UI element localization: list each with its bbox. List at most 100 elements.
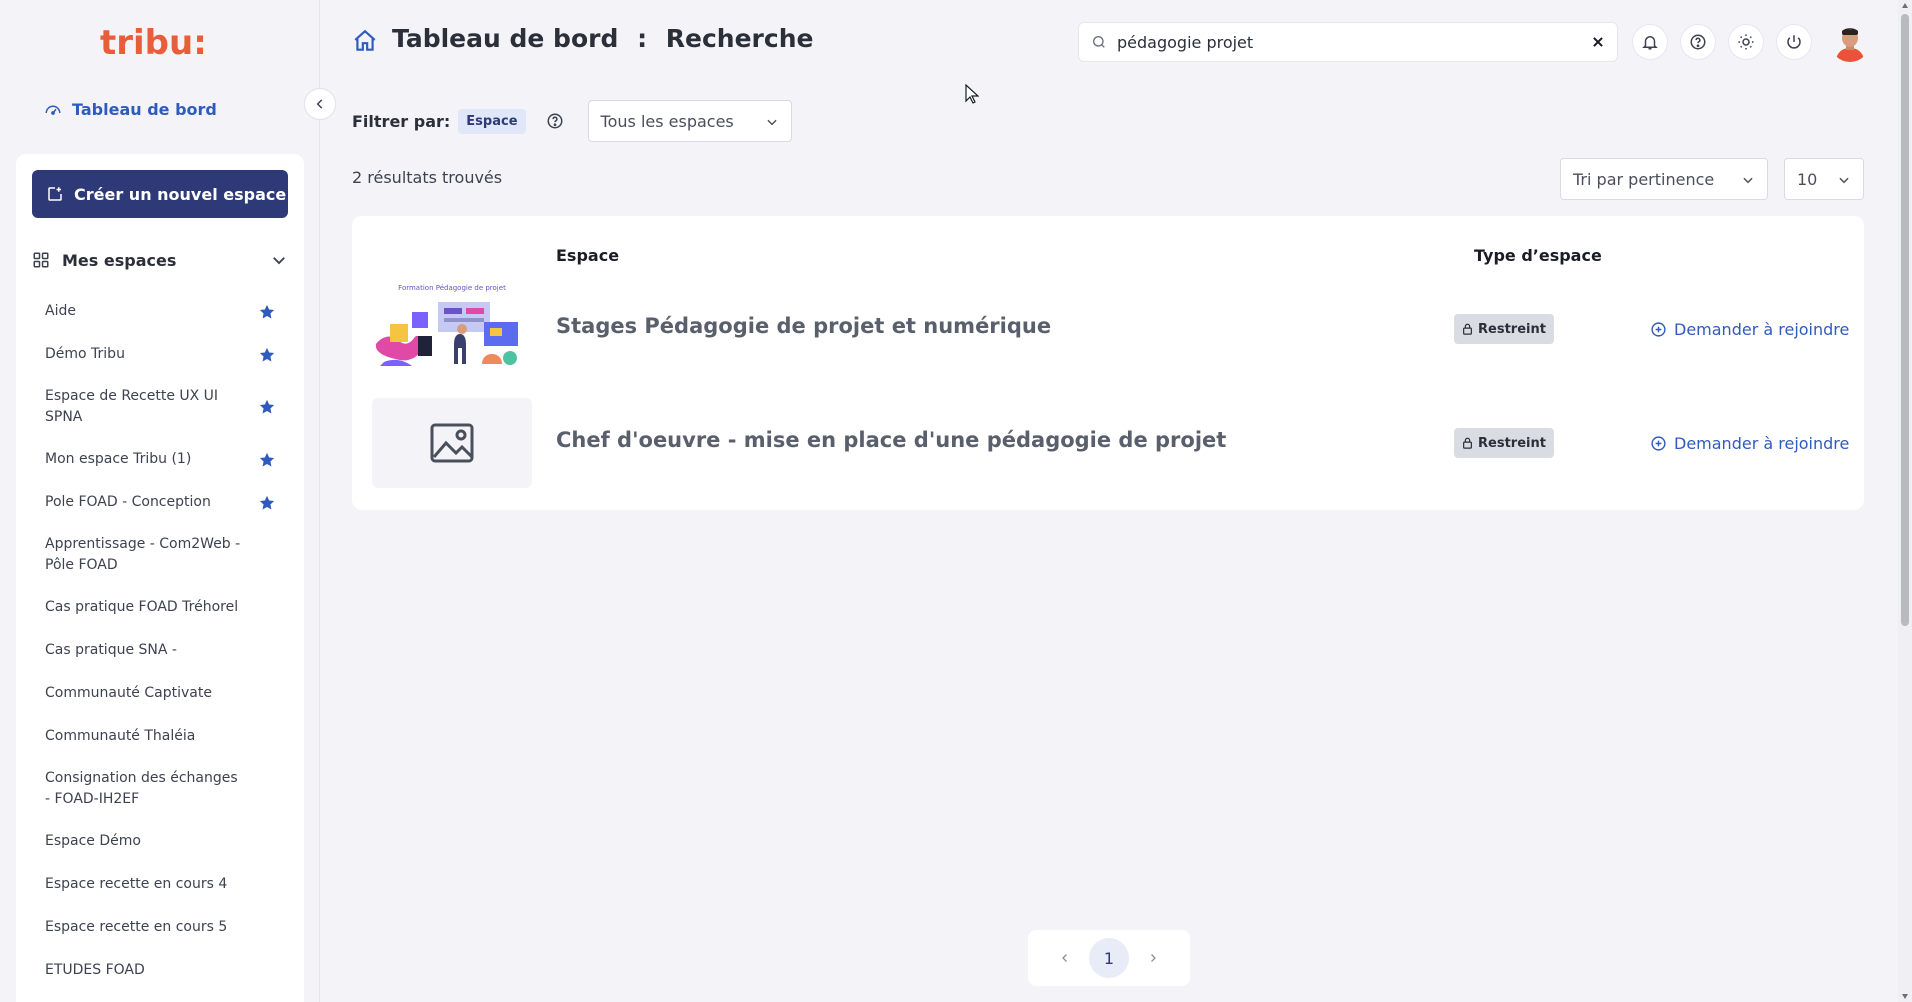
sidebar-space-item[interactable]: Apprentissage - Com2Web - Pôle FOAD — [16, 524, 304, 586]
space-type-label: Restreint — [1478, 435, 1546, 451]
create-space-label: Créer un nouvel espace — [74, 184, 287, 204]
top-bar: Tableau de bord : Recherche — [352, 20, 1912, 64]
lock-icon — [1463, 437, 1472, 449]
table-row[interactable]: Chef d'oeuvre - mise en place d'une péda… — [372, 398, 1852, 490]
sidebar-space-item[interactable]: Communauté Thaléia — [16, 715, 304, 758]
power-icon — [1787, 35, 1801, 49]
gauge-icon — [45, 105, 61, 115]
search-input[interactable] — [1117, 32, 1591, 52]
column-header-space: Espace — [556, 246, 620, 265]
sidebar-dashboard-link[interactable]: Tableau de bord — [44, 100, 217, 119]
lock-icon — [1463, 323, 1472, 335]
avatar-illustration — [1830, 22, 1870, 62]
bell-icon — [1642, 36, 1658, 50]
sort-select[interactable]: Tri par pertinence — [1560, 158, 1768, 200]
sidebar-space-item[interactable]: Démo Tribu — [16, 333, 304, 376]
filter-chip-space[interactable]: Espace — [458, 108, 526, 134]
space-type-label: Restreint — [1478, 321, 1546, 337]
create-space-button[interactable]: Créer un nouvel espace — [32, 170, 288, 218]
space-type-badge: Restreint — [1454, 428, 1554, 458]
svg-text:Formation Pédagogie de projet: Formation Pédagogie de projet — [398, 284, 506, 292]
next-page-button[interactable] — [1143, 948, 1163, 968]
breadcrumb-separator: : — [637, 24, 648, 53]
collapse-sidebar-button[interactable] — [304, 88, 336, 120]
sidebar-space-item[interactable]: Espace recette en cours 4 — [16, 863, 304, 906]
sidebar-space-item[interactable]: Espace Démo — [16, 820, 304, 863]
grid-icon — [33, 252, 49, 268]
my-spaces-list: Aide Démo Tribu Espace de Recette UX UI SP… — [16, 290, 304, 992]
request-join-label: Demander à rejoindre — [1674, 319, 1850, 339]
help-circle-icon — [1690, 34, 1706, 50]
space-illustration: Formation Pédagogie de projet — [372, 284, 532, 374]
image-placeholder-icon — [430, 423, 474, 463]
star-icon[interactable] — [258, 451, 276, 469]
scrollbar-thumb[interactable] — [1901, 14, 1909, 626]
space-type-badge: Restreint — [1454, 314, 1554, 344]
space-scope-select[interactable]: Tous les espaces — [587, 100, 792, 142]
star-icon[interactable] — [258, 346, 276, 364]
breadcrumb-dashboard[interactable]: Tableau de bord — [392, 24, 618, 53]
sidebar-space-label: Mon espace Tribu (1) — [45, 451, 192, 467]
sort-select-value: Tri par pertinence — [1573, 169, 1715, 189]
sidebar-space-label: Communauté Captivate — [45, 685, 212, 701]
sidebar-space-label: Aide — [45, 303, 76, 319]
pagination: 1 — [1028, 930, 1190, 986]
chevron-right-icon — [1151, 954, 1156, 962]
sidebar-space-item[interactable]: Espace recette en cours 5 — [16, 906, 304, 949]
space-scope-value: Tous les espaces — [600, 111, 734, 131]
theme-toggle-button[interactable] — [1728, 24, 1764, 60]
space-thumbnail-placeholder[interactable] — [372, 398, 532, 488]
request-join-button[interactable]: Demander à rejoindre — [1650, 314, 1849, 344]
my-spaces-toggle[interactable]: Mes espaces — [32, 246, 288, 274]
search-icon — [1093, 36, 1105, 48]
plus-circle-icon — [1651, 321, 1666, 337]
per-page-value: 10 — [1797, 169, 1818, 189]
sidebar-space-item[interactable]: ETUDES FOAD — [16, 949, 304, 992]
filter-bar: Filtrer par: Espace Tous les espaces — [352, 100, 792, 142]
help-button[interactable] — [1680, 24, 1716, 60]
sidebar-space-label: Espace recette en cours 5 — [45, 919, 228, 935]
column-header-type: Type d’espace — [1474, 246, 1602, 265]
sidebar-space-label: Espace recette en cours 4 — [45, 876, 228, 892]
user-avatar[interactable] — [1830, 22, 1870, 62]
request-join-label: Demander à rejoindre — [1674, 433, 1850, 453]
sidebar-space-label: Espace de Recette UX UI SPNA — [45, 388, 219, 425]
sidebar-space-item[interactable]: Communauté Captivate — [16, 672, 304, 715]
sidebar-space-item[interactable]: Mon espace Tribu (1) — [16, 438, 304, 481]
per-page-select[interactable]: 10 — [1784, 158, 1864, 200]
star-icon[interactable] — [258, 398, 276, 416]
sidebar-space-item[interactable]: Consignation des échanges - FOAD-IH2EF — [16, 758, 304, 820]
previous-page-button[interactable] — [1055, 948, 1075, 968]
page-title: Tableau de bord : Recherche — [392, 24, 813, 53]
sidebar-space-item[interactable]: Aide — [16, 290, 304, 333]
star-icon[interactable] — [258, 303, 276, 321]
notifications-button[interactable] — [1632, 24, 1668, 60]
star-icon[interactable] — [258, 494, 276, 512]
page-scrollbar[interactable] — [1898, 0, 1912, 1002]
chevron-down-icon — [1743, 177, 1753, 184]
sidebar-space-item[interactable]: Cas pratique FOAD Tréhorel — [16, 586, 304, 629]
breadcrumb-search: Recherche — [665, 24, 814, 53]
chevron-left-icon — [1062, 954, 1067, 962]
sidebar-space-item[interactable]: Pole FOAD - Conception — [16, 481, 304, 524]
sidebar-space-item[interactable]: Cas pratique SNA - — [16, 629, 304, 672]
home-icon[interactable] — [352, 28, 378, 54]
page-button-current[interactable]: 1 — [1089, 938, 1129, 978]
sidebar: tribu: Tableau de bord Créer un nouvel e… — [0, 0, 336, 1002]
scroll-down-icon[interactable] — [1901, 992, 1909, 1000]
filter-help-icon[interactable] — [546, 112, 564, 130]
tribu-logo[interactable]: tribu: — [100, 20, 220, 64]
space-thumbnail[interactable]: Formation Pédagogie de projet — [372, 284, 532, 374]
logout-button[interactable] — [1776, 24, 1812, 60]
sun-icon — [1738, 34, 1754, 50]
table-row[interactable]: Formation Pédagogie de projet Stages Péd… — [372, 284, 1852, 376]
sidebar-space-label: Cas pratique FOAD Tréhorel — [45, 599, 239, 615]
add-square-icon — [48, 187, 62, 201]
my-spaces-label: Mes espaces — [62, 250, 177, 270]
request-join-button[interactable]: Demander à rejoindre — [1650, 428, 1849, 458]
scroll-up-icon[interactable] — [1901, 2, 1909, 10]
space-title-link[interactable]: Chef d'oeuvre - mise en place d'une péda… — [556, 428, 1226, 452]
clear-search-icon[interactable] — [1591, 35, 1605, 49]
sidebar-space-item[interactable]: Espace de Recette UX UI SPNA — [16, 376, 304, 438]
space-title-link[interactable]: Stages Pédagogie de projet et numérique — [556, 314, 1051, 338]
